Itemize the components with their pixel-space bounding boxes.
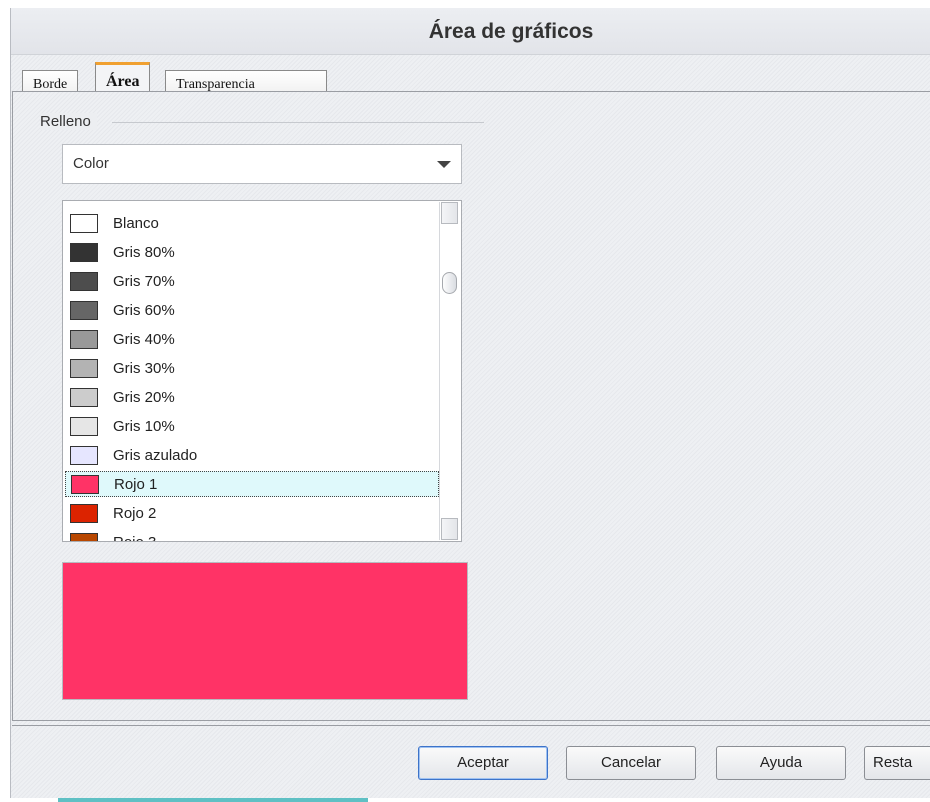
fill-preview bbox=[62, 562, 468, 700]
cancel-button[interactable]: Cancelar bbox=[566, 746, 696, 780]
color-label: Gris 10% bbox=[113, 418, 175, 435]
color-swatch bbox=[71, 475, 99, 494]
ok-button[interactable]: Aceptar bbox=[418, 746, 548, 780]
color-item-gris-30[interactable]: Gris 30% bbox=[65, 356, 439, 382]
color-item-rojo-1[interactable]: Rojo 1 bbox=[65, 471, 439, 497]
color-item-gris-60[interactable]: Gris 60% bbox=[65, 298, 439, 324]
fill-type-select[interactable]: Color bbox=[62, 144, 462, 184]
color-swatch bbox=[70, 272, 98, 291]
color-item-rojo-2[interactable]: Rojo 2 bbox=[65, 501, 439, 527]
color-swatch bbox=[70, 301, 98, 320]
scroll-up-button[interactable] bbox=[441, 202, 458, 224]
color-item-gris-70[interactable]: Gris 70% bbox=[65, 269, 439, 295]
color-list-scrollbar[interactable] bbox=[439, 202, 460, 540]
fill-group-label: Relleno bbox=[40, 113, 97, 130]
color-list[interactable]: Blanco Gris 80% Gris 70% Gris 60% Gris 4… bbox=[62, 200, 462, 542]
color-swatch bbox=[70, 243, 98, 262]
title-bar: Área de gráficos bbox=[11, 8, 930, 55]
color-item-gris-azulado[interactable]: Gris azulado bbox=[65, 443, 439, 469]
color-swatch bbox=[70, 533, 98, 541]
color-item-gris-80[interactable]: Gris 80% bbox=[65, 240, 439, 266]
color-label: Gris 40% bbox=[113, 331, 175, 348]
reset-button[interactable]: Resta bbox=[864, 746, 930, 780]
color-item-blanco[interactable]: Blanco bbox=[65, 211, 439, 237]
color-item-gris-20[interactable]: Gris 20% bbox=[65, 385, 439, 411]
color-swatch bbox=[70, 388, 98, 407]
color-label: Blanco bbox=[113, 215, 159, 232]
color-item-gris-40[interactable]: Gris 40% bbox=[65, 327, 439, 353]
footer-divider bbox=[12, 725, 930, 726]
color-label: Gris 70% bbox=[113, 273, 175, 290]
color-label: Rojo 1 bbox=[114, 476, 158, 493]
color-label: Gris azulado bbox=[113, 447, 198, 464]
color-swatch bbox=[70, 504, 98, 523]
help-button[interactable]: Ayuda bbox=[716, 746, 846, 780]
color-label: Gris 30% bbox=[113, 360, 175, 377]
fill-type-value: Color bbox=[73, 155, 109, 172]
color-item-gris-10[interactable]: Gris 10% bbox=[65, 414, 439, 440]
color-swatch bbox=[70, 330, 98, 349]
color-label: Gris 60% bbox=[113, 302, 175, 319]
color-swatch bbox=[70, 214, 98, 233]
color-swatch bbox=[70, 417, 98, 436]
color-label: Gris 20% bbox=[113, 389, 175, 406]
scroll-down-button[interactable] bbox=[441, 518, 458, 540]
chevron-down-icon[interactable] bbox=[437, 161, 451, 168]
color-label: Gris 80% bbox=[113, 244, 175, 261]
color-swatch bbox=[70, 446, 98, 465]
dialog-title: Área de gráficos bbox=[428, 20, 594, 43]
fill-group-divider bbox=[112, 122, 484, 123]
scroll-thumb[interactable] bbox=[442, 272, 457, 294]
background-teal-strip bbox=[58, 798, 368, 802]
color-item-rojo-3[interactable]: Rojo 3 bbox=[65, 530, 439, 541]
color-label: Rojo 2 bbox=[113, 505, 157, 522]
color-swatch bbox=[70, 359, 98, 378]
color-label: Rojo 3 bbox=[113, 534, 156, 541]
